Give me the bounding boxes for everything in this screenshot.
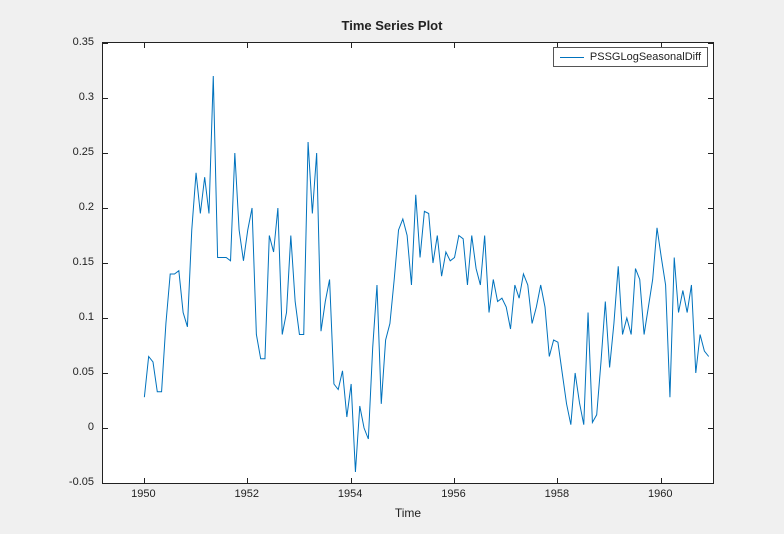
xtick-mark (351, 43, 352, 48)
legend[interactable]: PSSGLogSeasonalDiff (553, 47, 708, 67)
xtick-mark (454, 478, 455, 483)
xtick-mark (247, 43, 248, 48)
xtick-mark (454, 43, 455, 48)
ytick-mark (708, 263, 713, 264)
xtick-label: 1958 (537, 488, 577, 500)
xtick-mark (144, 43, 145, 48)
xtick-mark (351, 478, 352, 483)
ytick-label: 0.2 (34, 201, 94, 213)
ytick-mark (103, 98, 108, 99)
xtick-label: 1952 (227, 488, 267, 500)
ytick-label: -0.05 (34, 476, 94, 488)
ytick-mark (708, 428, 713, 429)
ytick-mark (103, 153, 108, 154)
chart-axes[interactable] (102, 42, 714, 484)
xtick-label: 1954 (330, 488, 370, 500)
figure-window: Time Series Plot Time PSSGLogSeasonalDif… (0, 0, 784, 534)
xtick-mark (661, 478, 662, 483)
ytick-label: 0 (34, 421, 94, 433)
line-series (103, 43, 713, 483)
ytick-label: 0.15 (34, 256, 94, 268)
xtick-label: 1950 (123, 488, 163, 500)
ytick-mark (103, 428, 108, 429)
ytick-mark (103, 263, 108, 264)
ytick-mark (103, 483, 108, 484)
ytick-label: 0.3 (34, 91, 94, 103)
ytick-mark (708, 318, 713, 319)
ytick-mark (103, 373, 108, 374)
ytick-mark (708, 98, 713, 99)
xtick-mark (557, 478, 558, 483)
legend-swatch (560, 57, 584, 58)
ytick-mark (708, 483, 713, 484)
ytick-mark (103, 208, 108, 209)
xtick-mark (144, 478, 145, 483)
chart-title: Time Series Plot (0, 18, 784, 33)
ytick-mark (103, 318, 108, 319)
ytick-mark (708, 373, 713, 374)
ytick-mark (708, 208, 713, 209)
ytick-mark (708, 153, 713, 154)
ytick-label: 0.25 (34, 146, 94, 158)
ytick-mark (103, 43, 108, 44)
xtick-mark (247, 478, 248, 483)
ytick-mark (708, 43, 713, 44)
x-axis-label: Time (102, 506, 714, 520)
xtick-label: 1956 (434, 488, 474, 500)
xtick-label: 1960 (640, 488, 680, 500)
legend-entry: PSSGLogSeasonalDiff (590, 51, 701, 63)
ytick-label: 0.1 (34, 311, 94, 323)
ytick-label: 0.35 (34, 36, 94, 48)
ytick-label: 0.05 (34, 366, 94, 378)
